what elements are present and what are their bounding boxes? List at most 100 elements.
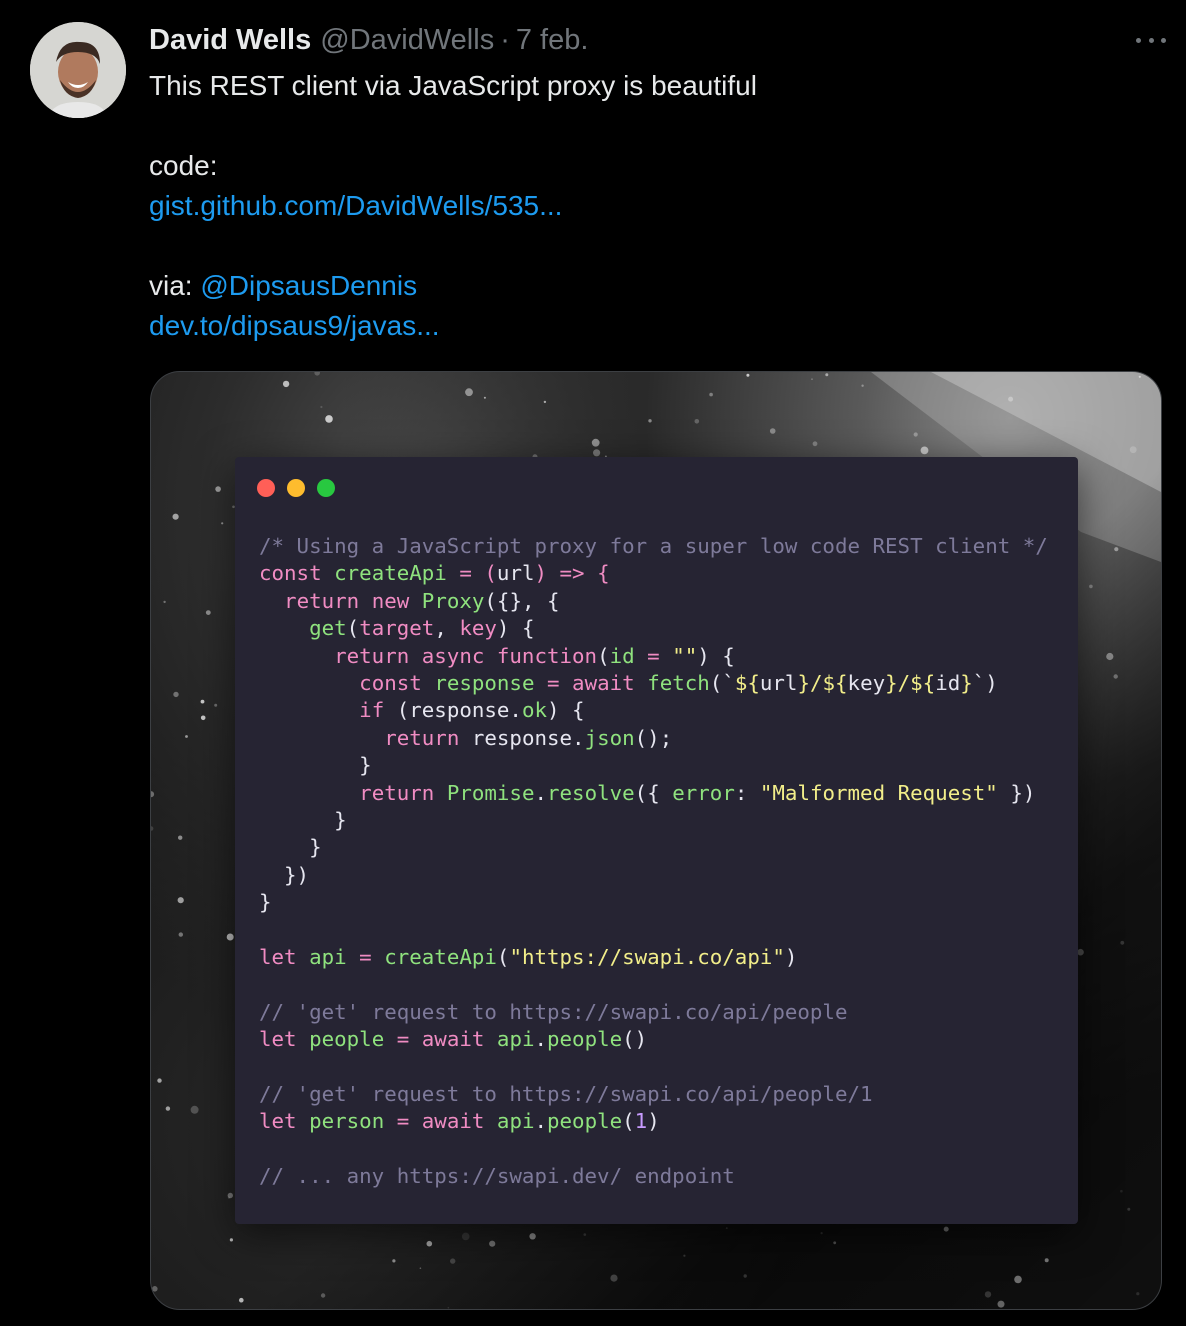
via-label: via:: [149, 270, 201, 301]
more-dot: [1148, 37, 1154, 43]
code-token: }): [259, 862, 310, 887]
code-token: response: [434, 670, 535, 695]
code-token: =: [346, 944, 385, 969]
code-token: const: [259, 561, 322, 586]
code-token: // 'get' request to https://swapi.co/api…: [259, 1081, 873, 1106]
code-line: get(target, key) {: [259, 615, 1048, 642]
code-token: const: [359, 670, 422, 695]
code-token: (: [496, 944, 510, 969]
author-handle[interactable]: @DavidWells: [320, 24, 494, 57]
close-dot-icon: [257, 479, 275, 497]
more-dot: [1136, 37, 1141, 43]
tweet-date[interactable]: 7 feb.: [516, 24, 589, 57]
code-token: target: [359, 616, 435, 641]
code-token: =: [634, 643, 673, 668]
mention-link[interactable]: @DipsausDennis: [200, 270, 417, 301]
code-line: const response = await fetch(`${url}/${k…: [259, 670, 1048, 697]
code-token: return: [359, 780, 435, 805]
code-line: return Promise.resolve({ error: "Malform…: [259, 780, 1048, 807]
avatar-photo: [30, 22, 126, 118]
code-token: 1: [634, 1109, 648, 1134]
code-token: url: [496, 561, 535, 586]
code-block: /* Using a JavaScript proxy for a super …: [259, 533, 1048, 1190]
code-token: :: [734, 780, 760, 805]
code-line: return response.json();: [259, 725, 1048, 752]
code-token: }: [960, 670, 973, 695]
tweet-text-line: This REST client via JavaScript proxy is…: [149, 70, 757, 101]
code-window: /* Using a JavaScript proxy for a super …: [235, 457, 1078, 1224]
code-token: ): [647, 1109, 660, 1134]
separator-dot: ·: [500, 24, 510, 56]
code-token: Proxy: [421, 588, 485, 613]
code-token: `): [972, 670, 998, 695]
code-line: // 'get' request to https://swapi.co/api…: [259, 1081, 1048, 1108]
code-token: return async function: [334, 643, 598, 668]
code-token: createApi: [334, 561, 447, 586]
devto-link[interactable]: dev.to/dipsaus9/javas...: [149, 310, 440, 341]
code-token: // 'get' request to https://swapi.co/api…: [259, 999, 848, 1024]
code-token: createApi: [384, 944, 497, 969]
code-token: ({: [634, 780, 673, 805]
tweet-header: David Wells @DavidWells · 7 feb.: [149, 24, 588, 60]
code-line: // ... any https://swapi.dev/ endpoint: [259, 1163, 1048, 1190]
code-line: }: [259, 807, 1048, 834]
more-dot: [1161, 37, 1166, 43]
code-token: return new: [284, 588, 410, 613]
code-token: ok: [521, 698, 547, 723]
code-token: .: [534, 1027, 548, 1052]
code-token: id: [935, 670, 961, 695]
code-token: ) => {: [534, 561, 610, 586]
code-token: (): [622, 1027, 648, 1052]
code-token: let: [259, 1109, 297, 1134]
code-token: await: [572, 670, 635, 695]
avatar[interactable]: [30, 22, 126, 118]
code-token: ) {: [547, 698, 585, 723]
author-name[interactable]: David Wells: [149, 24, 311, 57]
code-token: people: [547, 1109, 623, 1134]
code-line: if (response.ok) {: [259, 697, 1048, 724]
code-line: let people = await api.people(): [259, 1026, 1048, 1053]
code-token: let: [259, 944, 297, 969]
code-token: (: [346, 616, 360, 641]
code-token: (`: [709, 670, 735, 695]
code-token: .: [534, 1109, 548, 1134]
code-token: }: [259, 890, 272, 915]
code-token: =: [384, 1027, 422, 1052]
code-line: let person = await api.people(1): [259, 1108, 1048, 1135]
code-token: person: [309, 1109, 385, 1134]
code-line: return new Proxy({}, {: [259, 588, 1048, 615]
code-token: }: [259, 753, 372, 778]
code-token: "": [672, 643, 698, 668]
code-line: }): [259, 862, 1048, 889]
code-token: resolve: [547, 780, 635, 805]
code-token: get: [309, 616, 347, 641]
code-token: Promise: [446, 780, 535, 805]
code-token: .: [534, 780, 548, 805]
code-token: // ... any https://swapi.dev/ endpoint: [259, 1163, 735, 1188]
more-icon[interactable]: [1136, 30, 1166, 50]
tweet-image[interactable]: /* Using a JavaScript proxy for a super …: [150, 371, 1162, 1310]
code-token: }/${: [885, 670, 936, 695]
gist-link[interactable]: gist.github.com/DavidWells/535...: [149, 190, 562, 221]
code-token: id: [609, 643, 635, 668]
code-line: }: [259, 889, 1048, 916]
code-token: =: [384, 1109, 422, 1134]
minimize-dot-icon: [287, 479, 305, 497]
code-token: "Malformed Request": [759, 780, 998, 805]
